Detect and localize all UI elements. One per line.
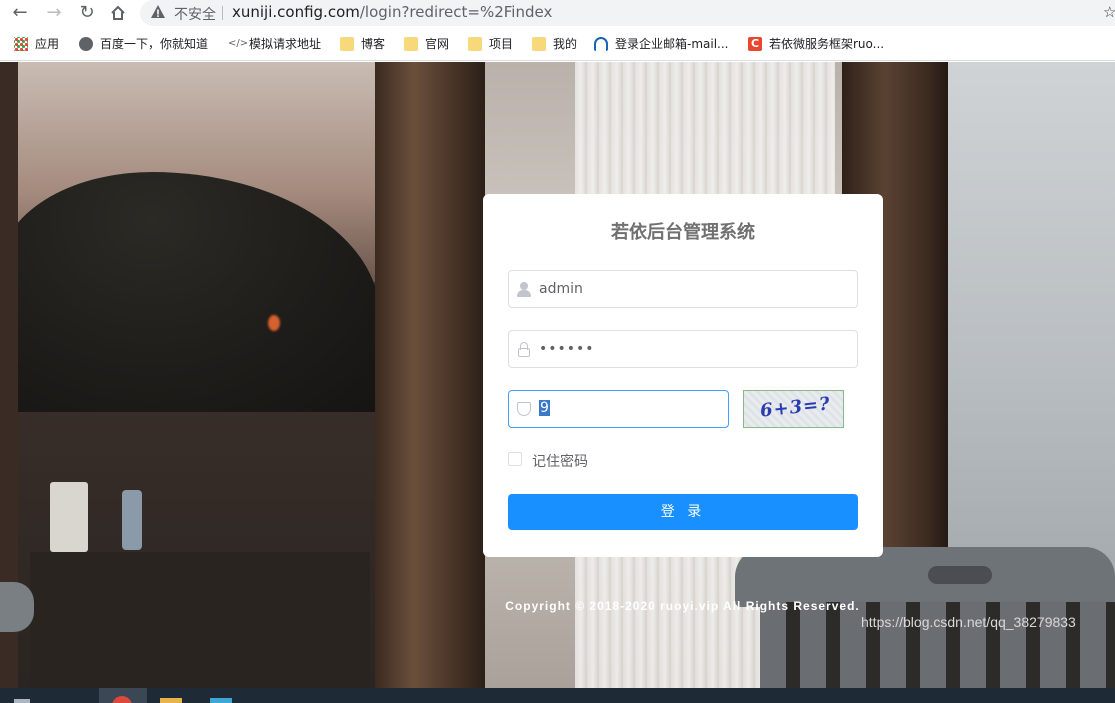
back-arrow-icon[interactable]: ← xyxy=(8,2,32,24)
folder-icon xyxy=(340,36,354,51)
background-cup xyxy=(50,482,88,552)
os-taskbar xyxy=(0,688,1115,703)
folder-icon xyxy=(532,36,546,51)
background-table xyxy=(30,552,370,688)
bookmark-label: 项目 xyxy=(489,37,514,51)
captcha-text: 6+3=? xyxy=(759,393,832,422)
c-logo-icon: C xyxy=(748,36,762,51)
bookmark-star-icon[interactable]: ☆ xyxy=(1103,3,1115,21)
url-path: /login?redirect=%2Findex xyxy=(359,3,553,21)
bookmark-label: 我的 xyxy=(553,37,578,51)
cloud-icon xyxy=(594,36,608,51)
chrome-icon xyxy=(112,696,132,703)
bookmark-mail[interactable]: 登录企业邮箱-mail... xyxy=(594,36,729,54)
bookmark-label: 官网 xyxy=(425,37,450,51)
captcha-input-value: 9 xyxy=(539,400,550,416)
background-light xyxy=(268,315,280,331)
url-text[interactable]: xuniji.config.com/login?redirect=%2Finde… xyxy=(232,3,552,21)
bookmark-official[interactable]: 官网 xyxy=(404,36,449,54)
folder-icon xyxy=(404,36,418,51)
code-icon: </> xyxy=(228,37,249,49)
copyright-text: Copyright © 2018-2020 ruoyi.vip All Righ… xyxy=(505,599,860,613)
windows-start-icon[interactable] xyxy=(14,699,30,703)
bookmark-label: 应用 xyxy=(35,37,60,51)
apps-grid-icon xyxy=(14,36,28,51)
bookmark-mock-request[interactable]: </>模拟请求地址 xyxy=(228,36,321,54)
bookmark-projects[interactable]: 项目 xyxy=(468,36,513,54)
captcha-input[interactable]: 9 xyxy=(508,390,729,428)
user-icon xyxy=(517,282,531,297)
shield-icon xyxy=(517,402,531,416)
bookmark-baidu[interactable]: 百度一下，你就知道 xyxy=(79,36,208,54)
login-form: 若依后台管理系统 admin •••••• 9 6+3=? 记住密码 登 录 xyxy=(483,194,883,557)
forward-arrow-icon[interactable]: → xyxy=(42,2,66,24)
background-bottle xyxy=(122,490,142,550)
password-value: •••••• xyxy=(539,341,595,357)
divider xyxy=(222,6,223,20)
bookmark-label: 登录企业邮箱-mail... xyxy=(615,37,729,51)
app-icon[interactable] xyxy=(210,698,232,703)
lock-icon xyxy=(517,342,531,357)
taskbar-chrome-button[interactable] xyxy=(99,688,147,703)
reload-icon[interactable]: ↻ xyxy=(75,2,99,24)
folder-icon xyxy=(468,36,482,51)
watermark-text: https://blog.csdn.net/qq_38279833 xyxy=(861,614,1076,630)
captcha-image[interactable]: 6+3=? xyxy=(743,390,844,428)
login-title: 若依后台管理系统 xyxy=(611,222,755,243)
bookmark-label: 若依微服务框架ruo... xyxy=(769,37,885,51)
background-bench-handle xyxy=(928,566,992,584)
bookmark-apps[interactable]: 应用 xyxy=(14,36,59,54)
bookmark-ruoyi[interactable]: C 若依微服务框架ruo... xyxy=(748,36,884,54)
security-label[interactable]: 不安全 xyxy=(174,4,216,24)
bookmark-label: 百度一下，你就知道 xyxy=(100,37,209,51)
url-host: xuniji.config.com xyxy=(232,3,360,21)
bookmark-mine[interactable]: 我的 xyxy=(532,36,577,54)
bookmarks-bar: 应用 百度一下，你就知道 </>模拟请求地址 博客 官网 项目 我的 登录企业邮… xyxy=(0,28,1115,61)
globe-icon xyxy=(79,36,93,51)
bookmark-blog[interactable]: 博客 xyxy=(340,36,385,54)
password-input[interactable]: •••••• xyxy=(508,330,858,368)
address-bar[interactable]: 不安全 xuniji.config.com/login?redirect=%2F… xyxy=(140,0,1115,26)
remember-label[interactable]: 记住密码 xyxy=(532,451,588,471)
bookmark-label: 博客 xyxy=(361,37,386,51)
username-value: admin xyxy=(539,281,583,297)
warning-icon[interactable] xyxy=(150,4,166,20)
background-pillar xyxy=(375,62,485,688)
browser-toolbar: ← → ↻ 不安全 xuniji.config.com/login?redire… xyxy=(0,0,1115,28)
file-explorer-icon[interactable] xyxy=(160,698,182,703)
login-button[interactable]: 登 录 xyxy=(508,494,858,530)
home-icon[interactable] xyxy=(106,2,130,24)
username-input[interactable]: admin xyxy=(508,270,858,308)
bookmark-label: 模拟请求地址 xyxy=(249,37,322,51)
remember-checkbox[interactable] xyxy=(508,452,522,466)
